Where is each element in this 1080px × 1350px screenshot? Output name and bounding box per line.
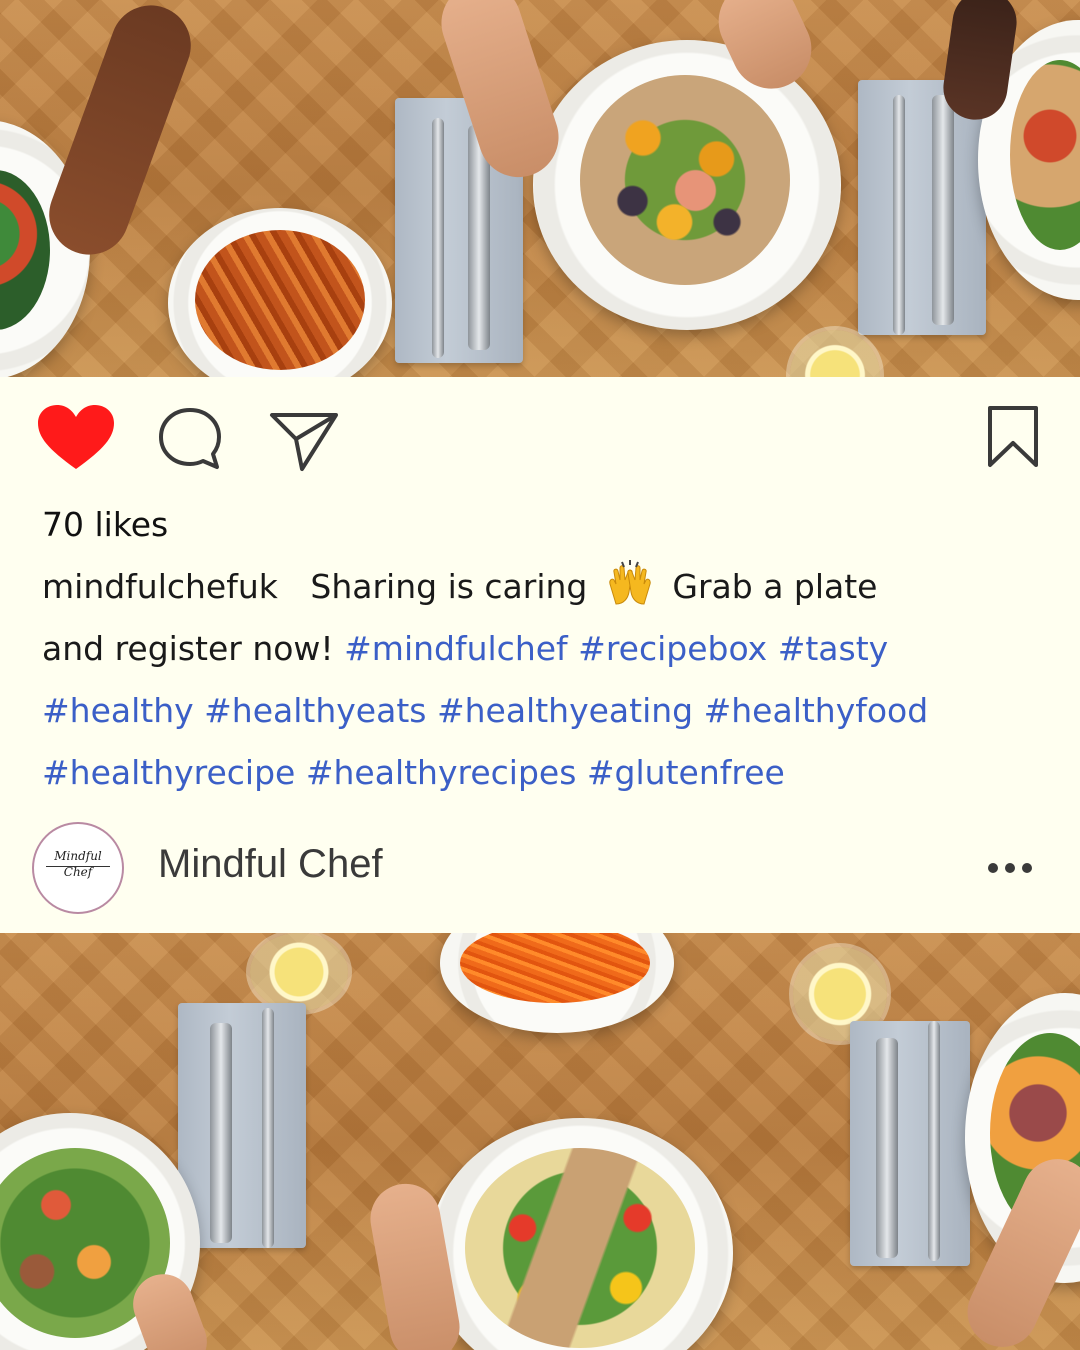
- lemon-water-glass: [250, 933, 348, 1011]
- avatar-logo-text: Mindful: [54, 849, 102, 863]
- share-icon[interactable]: [268, 409, 340, 473]
- account-name[interactable]: Mindful Chef: [158, 842, 383, 887]
- caption-username[interactable]: mindfulchefuk: [42, 567, 278, 606]
- likes-count[interactable]: 70 likes: [42, 505, 168, 544]
- knife-right: [928, 1021, 940, 1261]
- hashtag-link[interactable]: #glutenfree: [587, 753, 785, 792]
- fork-right: [876, 1038, 898, 1258]
- hashtag-link[interactable]: #healthyfood: [704, 691, 929, 730]
- hashtag-link[interactable]: #tasty: [778, 629, 888, 668]
- avatar-logo: Mindful Chef: [32, 848, 124, 880]
- napkin: [178, 1003, 306, 1248]
- hashtag-link[interactable]: #healthyrecipe: [42, 753, 295, 792]
- napkin-right: [850, 1021, 970, 1266]
- caption-text: Grab a plate: [672, 567, 878, 606]
- avatar[interactable]: Mindful Chef: [32, 822, 124, 914]
- post-caption: mindfulchefuk Sharing is caring Grab a p…: [42, 556, 942, 804]
- fork: [210, 1023, 232, 1243]
- knife-right: [893, 95, 905, 335]
- hashtag-link[interactable]: #healthyeats: [204, 691, 426, 730]
- hashtag-link[interactable]: #mindfulchef: [344, 629, 568, 668]
- knife: [262, 1008, 274, 1248]
- hashtag-link[interactable]: #recipebox: [578, 629, 767, 668]
- lemon-water-glass: [790, 330, 880, 377]
- salad-bowl: [580, 75, 790, 285]
- heart-icon[interactable]: [38, 405, 114, 471]
- chicken-salad: [465, 1148, 695, 1348]
- more-icon[interactable]: [986, 860, 1034, 876]
- raising-hands-icon: [609, 560, 651, 605]
- fork-right: [932, 95, 954, 325]
- post-photo-bottom: [0, 933, 1080, 1350]
- knife: [432, 118, 444, 358]
- post-photo-top: [0, 0, 1080, 377]
- comment-icon[interactable]: [157, 406, 223, 470]
- caption-text: and register now!: [42, 629, 334, 668]
- hand: [37, 0, 203, 266]
- hashtag-link[interactable]: #healthyeating: [437, 691, 693, 730]
- bookmark-icon[interactable]: [986, 405, 1040, 469]
- avatar-logo-line: [46, 866, 110, 867]
- caption-text: Sharing is caring: [310, 567, 588, 606]
- hashtag-link[interactable]: #healthyrecipes: [306, 753, 577, 792]
- fries: [195, 230, 365, 370]
- hashtag-link[interactable]: #healthy: [42, 691, 194, 730]
